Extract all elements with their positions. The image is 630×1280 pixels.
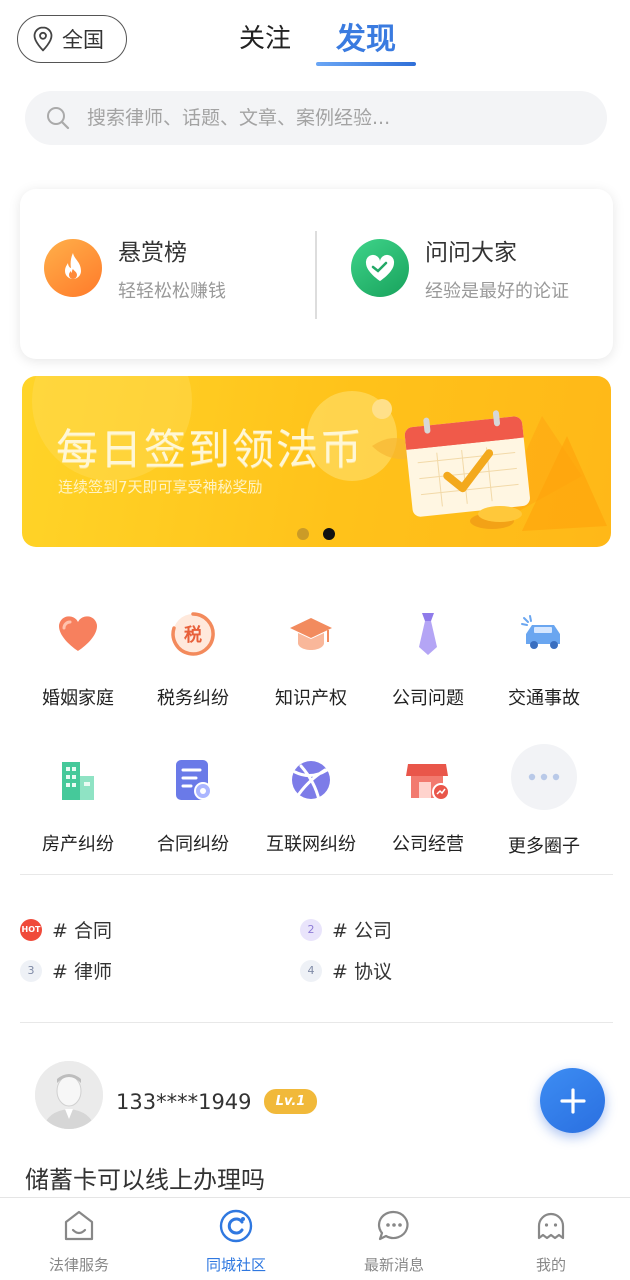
feature-card: 悬赏榜 轻轻松松赚钱 问问大家 经验是最好的论证 xyxy=(20,189,613,359)
post-title[interactable]: 储蓄卡可以线上办理吗 xyxy=(25,1160,265,1195)
feature-title: 问问大家 xyxy=(425,240,517,266)
rank-badge: 2 xyxy=(300,918,322,941)
heart-icon xyxy=(46,602,110,666)
hot-badge-icon: HOT xyxy=(20,918,42,941)
feature-subtitle: 轻轻松松赚钱 xyxy=(118,281,226,302)
category-marriage-family[interactable]: 婚姻家庭 xyxy=(28,602,128,710)
tab-discover[interactable]: 发现 xyxy=(336,14,396,58)
plus-icon xyxy=(559,1087,586,1114)
nav-legal-services[interactable]: 法律服务 xyxy=(24,1208,134,1275)
category-intellectual-property[interactable]: 知识产权 xyxy=(261,602,361,710)
top-header: 全国 关注 发现 xyxy=(0,0,630,80)
search-bar[interactable] xyxy=(25,91,607,145)
profile-icon xyxy=(537,1212,565,1240)
contract-icon xyxy=(161,748,225,812)
active-tab-indicator xyxy=(316,62,416,66)
ask-everyone-entry[interactable]: 问问大家 经验是最好的论证 xyxy=(351,233,569,303)
message-icon xyxy=(377,1210,409,1241)
rank-badge: 4 xyxy=(300,959,322,982)
create-post-button[interactable] xyxy=(540,1068,605,1133)
nav-latest-messages[interactable]: 最新消息 xyxy=(339,1208,449,1275)
level-badge: Lv.1 xyxy=(264,1089,317,1114)
tab-follow[interactable]: 关注 xyxy=(239,18,291,55)
category-label: 税务纠纷 xyxy=(157,688,229,709)
category-company-issues[interactable]: 公司问题 xyxy=(378,602,478,710)
post-username[interactable]: 133****1949 xyxy=(116,1090,252,1114)
topic-label: # 公司 xyxy=(332,920,392,942)
carousel-dot[interactable] xyxy=(297,528,309,540)
storefront-icon xyxy=(396,748,460,812)
divider xyxy=(20,874,613,875)
search-icon xyxy=(47,107,70,130)
rank-badge: 3 xyxy=(20,959,42,982)
topic-label: # 协议 xyxy=(332,961,392,983)
category-traffic-accident[interactable]: 交通事故 xyxy=(494,602,594,710)
more-icon xyxy=(511,744,577,810)
category-property-dispute[interactable]: 房产纠纷 xyxy=(28,748,128,856)
feature-title: 悬赏榜 xyxy=(118,240,187,266)
graduation-cap-icon xyxy=(279,602,343,666)
hot-topic-item[interactable]: 3 # 律师 xyxy=(20,957,112,984)
car-crash-icon xyxy=(512,602,576,666)
banner-title: 每日签到领法币 xyxy=(56,425,365,474)
hot-topic-item[interactable]: 4 # 协议 xyxy=(300,957,392,984)
avatar[interactable] xyxy=(35,1061,103,1129)
category-label: 婚姻家庭 xyxy=(42,688,114,709)
nav-label: 最新消息 xyxy=(363,1256,424,1274)
building-icon xyxy=(46,748,110,812)
divider xyxy=(315,231,317,319)
bottom-nav: 法律服务 同城社区 最新消息 我的 xyxy=(0,1197,630,1280)
search-input[interactable] xyxy=(87,107,557,129)
category-label: 更多圈子 xyxy=(508,836,580,857)
location-pin-icon xyxy=(33,26,53,52)
globe-icon xyxy=(279,748,343,812)
nav-city-community[interactable]: 同城社区 xyxy=(181,1208,291,1275)
divider xyxy=(20,1022,613,1023)
category-business-operation[interactable]: 公司经营 xyxy=(378,748,478,856)
category-label: 公司经营 xyxy=(392,834,464,855)
category-internet-dispute[interactable]: 互联网纠纷 xyxy=(261,748,361,856)
checkin-banner[interactable]: 每日签到领法币 连续签到7天即可享受神秘奖励 xyxy=(22,376,611,547)
topic-label: # 合同 xyxy=(52,920,112,942)
category-label: 公司问题 xyxy=(392,688,464,709)
carousel-dot-active[interactable] xyxy=(323,528,335,540)
flame-icon xyxy=(44,239,102,297)
nav-label: 同城社区 xyxy=(205,1256,266,1274)
user-silhouette-icon xyxy=(35,1061,103,1129)
category-more-circles[interactable]: 更多圈子 xyxy=(494,744,594,858)
feature-subtitle: 经验是最好的论证 xyxy=(425,281,569,302)
topic-label: # 律师 xyxy=(52,961,112,983)
nav-label: 我的 xyxy=(535,1256,566,1274)
region-selector[interactable]: 全国 xyxy=(17,15,127,63)
nav-my-profile[interactable]: 我的 xyxy=(496,1208,606,1275)
banner-subtitle: 连续签到7天即可享受神秘奖励 xyxy=(58,478,263,496)
hot-topic-item[interactable]: 2 # 公司 xyxy=(300,916,392,943)
heart-hands-icon xyxy=(351,239,409,297)
category-label: 房产纠纷 xyxy=(42,834,114,855)
svg-text:税: 税 xyxy=(184,624,202,646)
nav-label: 法律服务 xyxy=(48,1256,109,1274)
region-label: 全国 xyxy=(62,28,104,52)
bounty-board-entry[interactable]: 悬赏榜 轻轻松松赚钱 xyxy=(44,233,226,303)
category-label: 交通事故 xyxy=(508,688,580,709)
community-icon xyxy=(219,1209,253,1243)
hot-topic-item[interactable]: HOT # 合同 xyxy=(20,916,112,943)
tax-icon: 税 xyxy=(161,602,225,666)
necktie-icon xyxy=(396,602,460,666)
category-contract-dispute[interactable]: 合同纠纷 xyxy=(143,748,243,856)
category-tax-dispute[interactable]: 税 税务纠纷 xyxy=(143,602,243,710)
category-label: 合同纠纷 xyxy=(157,834,229,855)
home-icon xyxy=(64,1210,94,1241)
category-label: 互联网纠纷 xyxy=(266,834,356,855)
category-label: 知识产权 xyxy=(275,688,347,709)
